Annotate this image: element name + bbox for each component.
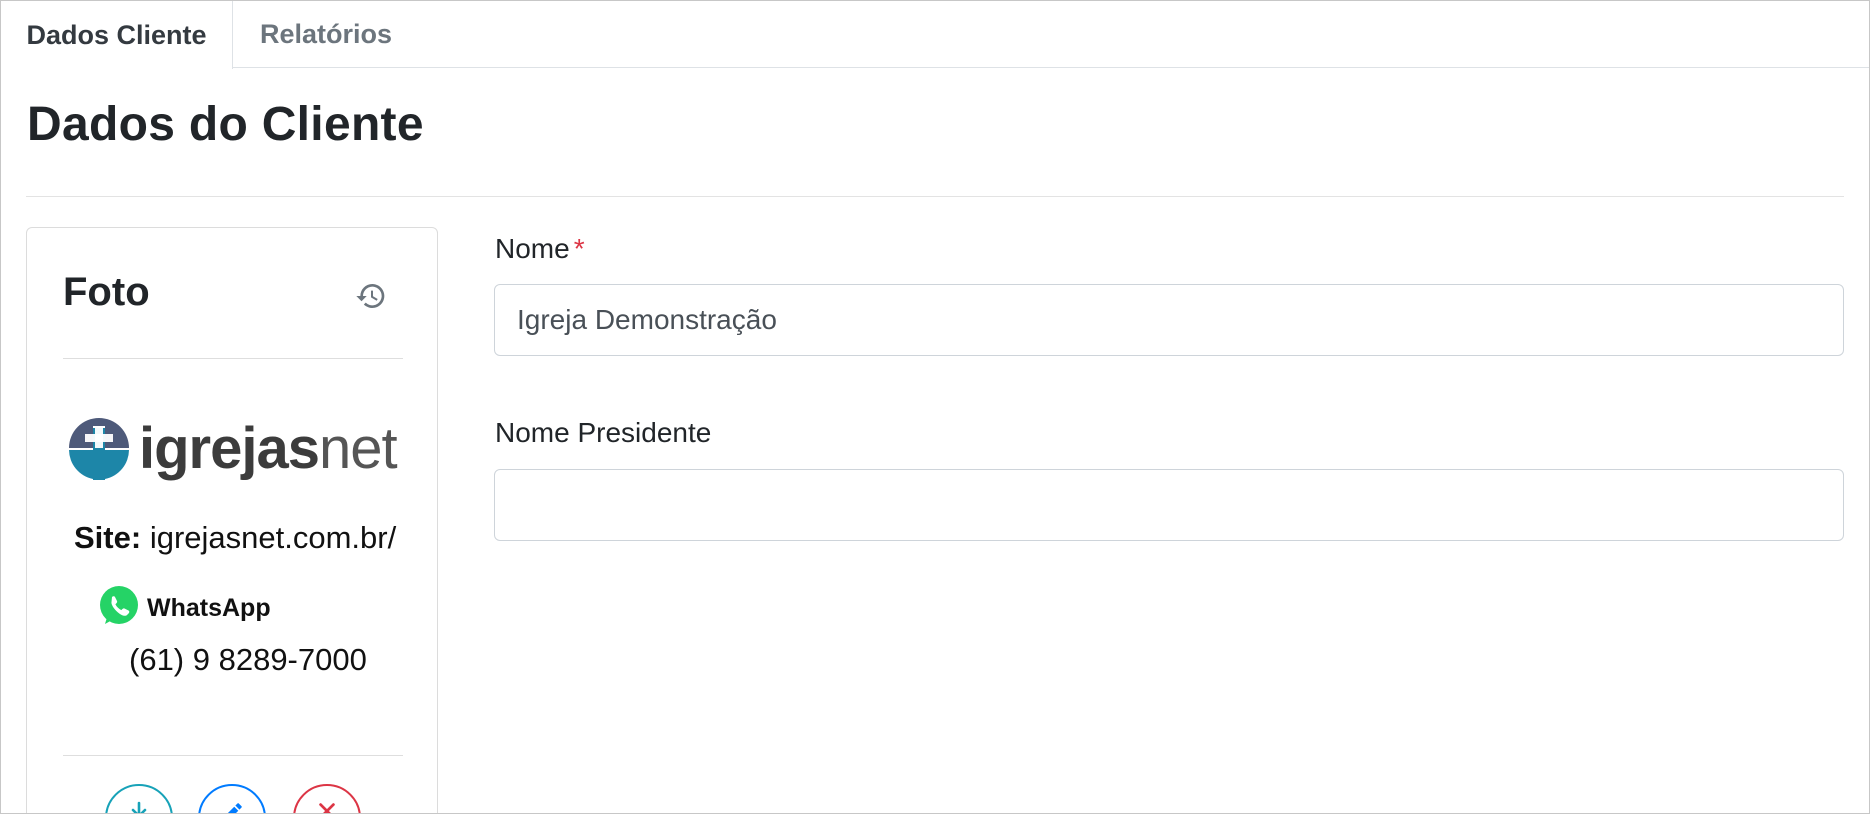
photo-card-title: Foto <box>63 270 150 314</box>
tab-dados-cliente-label: Dados Cliente <box>26 19 207 50</box>
page-title: Dados do Cliente <box>27 98 424 151</box>
nome-presidente-label: Nome Presidente <box>495 417 712 448</box>
site-line: Site: igrejasnet.com.br/ <box>74 520 396 556</box>
close-icon <box>319 803 335 813</box>
tab-dados-cliente[interactable]: Dados Cliente <box>1 1 233 69</box>
app-frame: Dados Cliente Relatórios Dados do Client… <box>0 0 1870 814</box>
card-divider-bottom <box>63 755 403 756</box>
whatsapp-label: WhatsApp <box>147 594 271 622</box>
remove-photo-button[interactable] <box>293 784 361 813</box>
whatsapp-icon <box>100 586 138 624</box>
tab-bar: Dados Cliente Relatórios <box>1 1 1869 69</box>
site-label: Site: <box>74 520 142 555</box>
igrejasnet-logo: igrejasnet <box>67 414 398 484</box>
igrejasnet-logo-mark <box>69 418 129 480</box>
edit-photo-button[interactable] <box>198 784 266 813</box>
download-photo-button[interactable] <box>105 784 173 813</box>
pencil-icon <box>227 803 242 813</box>
logo-wordmark: igrejasnet <box>139 416 398 481</box>
nome-presidente-input[interactable] <box>494 469 1844 541</box>
tab-relatorios-label: Relatórios <box>259 19 393 49</box>
phone-number: (61) 9 8289-7000 <box>129 642 367 677</box>
nome-input[interactable] <box>494 284 1844 356</box>
title-divider <box>26 196 1844 197</box>
site-value: igrejasnet.com.br/ <box>149 520 397 555</box>
tab-relatorios[interactable]: Relatórios <box>233 1 419 68</box>
nome-label: Nome * <box>495 233 585 264</box>
download-icon <box>131 801 147 813</box>
required-marker: * <box>573 233 585 264</box>
history-button[interactable] <box>353 278 389 314</box>
history-icon <box>356 284 385 308</box>
photo-card: Foto igrejasnet Site: igrejasnet.com.br/… <box>26 227 438 813</box>
card-divider-top <box>63 358 403 359</box>
